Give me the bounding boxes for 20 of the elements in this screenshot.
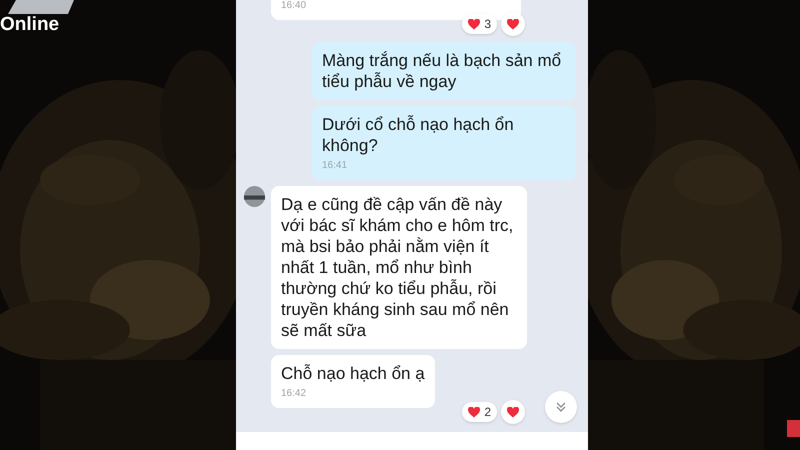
message-text: Dạ e cũng đề cập vấn đề này với bác sĩ khám cho e hôm trc, mà bsi bảo phải nằm viện ít nhất 1 tuần, mổ như bình thường chứ ko tiểu phẫu, rồi truyền kháng sinh sau mổ nên sẽ mất sữa xyxy=(281,194,514,342)
message-text: Màng trắng nếu là bạch sản mổ tiểu phẫu về ngay xyxy=(322,50,562,93)
heart-icon xyxy=(468,406,480,418)
reaction-count[interactable]: 3 xyxy=(462,14,497,34)
heart-icon xyxy=(468,18,480,30)
channel-logo-icon xyxy=(8,0,74,14)
message-time: 16:42 xyxy=(281,388,308,401)
react-button[interactable] xyxy=(501,12,525,36)
heart-icon xyxy=(507,406,519,418)
message-text: Dưới cổ chỗ nạo hạch ổn không? xyxy=(322,114,515,157)
double-chevron-down-icon xyxy=(555,401,567,413)
heart-icon xyxy=(507,18,519,30)
message-time: 16:41 xyxy=(322,160,348,173)
scroll-down-button[interactable] xyxy=(545,391,577,423)
message-time: 16:40 xyxy=(281,0,308,13)
message-text: Chỗ nạo hạch ổn ạ xyxy=(281,363,425,385)
channel-name: Online xyxy=(0,14,60,36)
reaction-count[interactable]: 2 xyxy=(462,402,497,422)
avatar xyxy=(244,186,265,207)
react-button[interactable] xyxy=(501,400,525,424)
